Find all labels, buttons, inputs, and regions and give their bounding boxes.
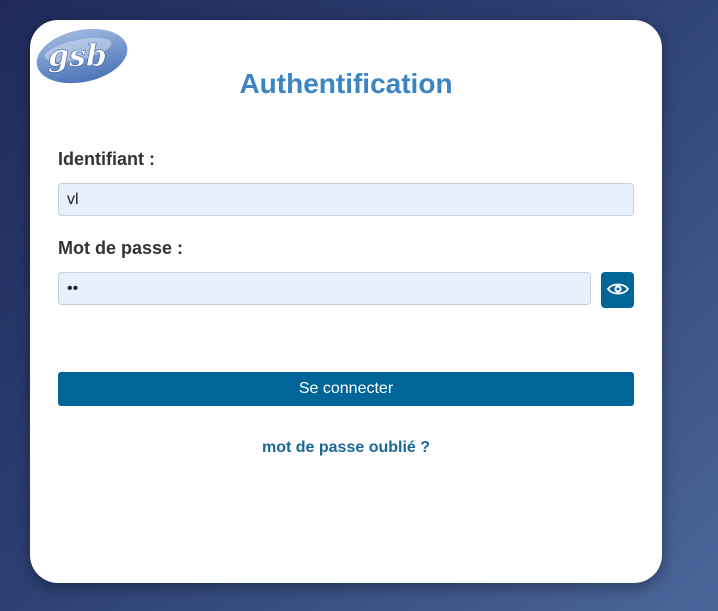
login-button[interactable]: Se connecter xyxy=(58,372,634,406)
password-label: Mot de passe : xyxy=(58,238,184,258)
page-title: Authentification xyxy=(239,68,453,99)
login-card: gsb Authentification Identifiant : Mot d… xyxy=(30,20,662,583)
forgot-password-link[interactable]: mot de passe oublié ? xyxy=(30,439,662,457)
password-input[interactable] xyxy=(58,272,591,305)
show-password-button[interactable] xyxy=(601,272,634,308)
username-label: Identifiant : xyxy=(58,149,155,169)
eye-icon xyxy=(606,282,629,299)
username-input[interactable] xyxy=(58,183,634,216)
